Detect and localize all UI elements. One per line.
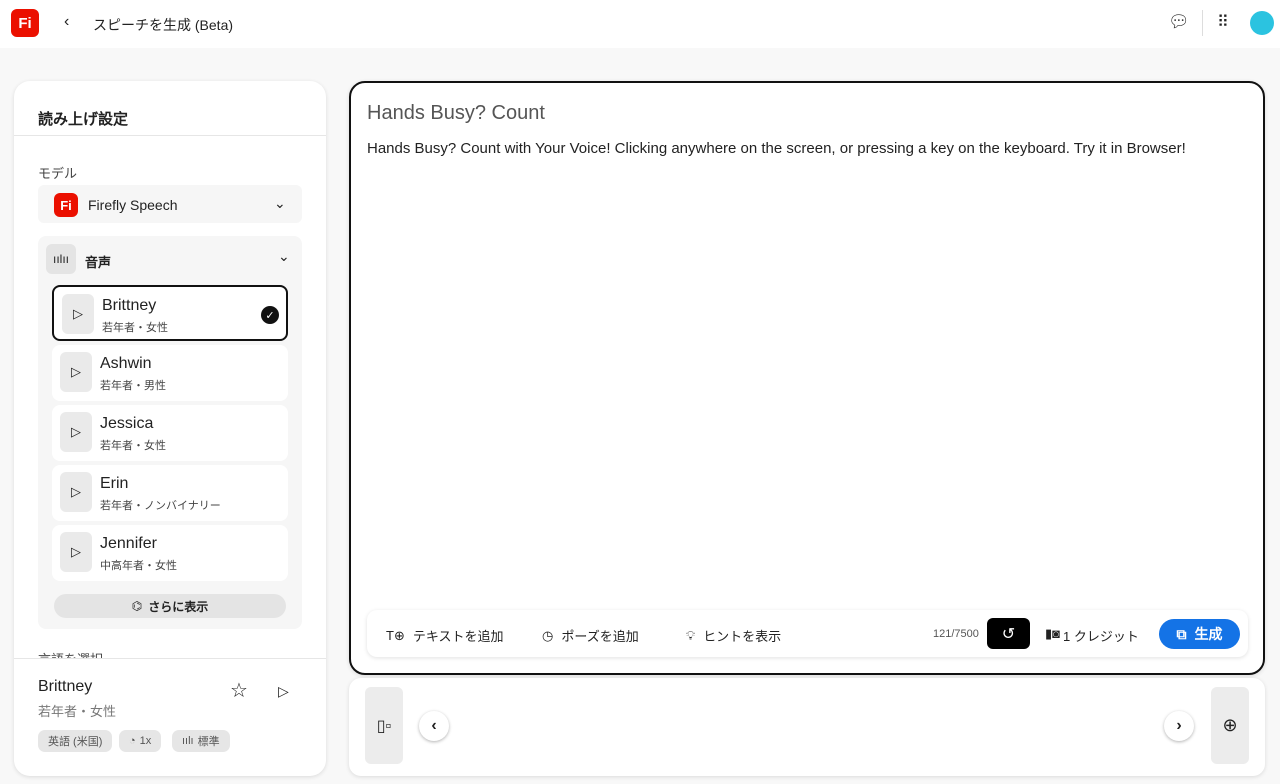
text-editor[interactable]: Hands Busy? Count Hands Busy? Count with… xyxy=(349,81,1265,675)
voice-item[interactable]: ▷ Jessica 若年者・女性 xyxy=(52,405,288,461)
chevron-down-icon: ⌄ xyxy=(274,195,286,211)
style-chip[interactable]: ıılı 標準 xyxy=(172,730,230,752)
play-icon[interactable]: ▷ xyxy=(60,472,92,512)
divider xyxy=(1202,10,1203,36)
voice-desc: 若年者・男性 xyxy=(100,380,166,392)
play-icon[interactable]: ▷ xyxy=(278,683,289,700)
credit-icon: ▮◙ xyxy=(1045,626,1061,641)
binoculars-icon: ⌬ xyxy=(131,599,143,613)
editor-text[interactable]: Hands Busy? Count with Your Voice! Click… xyxy=(367,140,1186,157)
voice-item[interactable]: ▷ Brittney 若年者・女性 ✓ xyxy=(52,285,288,341)
divider xyxy=(14,135,326,136)
voice-item[interactable]: ▷ Erin 若年者・ノンバイナリー xyxy=(52,465,288,521)
voice-desc: 若年者・ノンバイナリー xyxy=(100,500,221,512)
add-pause-button[interactable]: ◷ ポーズを追加 xyxy=(542,626,639,645)
voice-section-label: 音声 xyxy=(85,255,112,270)
speed-value: 1x xyxy=(139,735,152,747)
checkmark-icon: ✓ xyxy=(261,306,279,324)
credits: ▮◙ 1 クレジット xyxy=(1045,626,1139,645)
current-voice-name: Brittney xyxy=(38,678,93,695)
star-icon[interactable]: ☆ xyxy=(230,678,248,703)
language-value: 英語 (米国) xyxy=(48,736,103,748)
voice-name: Jennifer xyxy=(100,535,157,552)
voice-name: Ashwin xyxy=(100,355,152,372)
add-text-label: テキストを追加 xyxy=(412,629,504,644)
speed-chip[interactable]: ◔ 1x xyxy=(119,730,162,752)
voice-desc: 中高年者・女性 xyxy=(100,560,177,572)
add-clip-icon[interactable]: ⊕ xyxy=(1211,687,1249,764)
play-icon[interactable]: ▷ xyxy=(62,294,94,334)
add-pause-label: ポーズを追加 xyxy=(561,629,639,644)
style-value: 標準 xyxy=(197,736,220,748)
current-voice-desc: 若年者・女性 xyxy=(38,704,117,719)
voice-desc: 若年者・女性 xyxy=(102,322,168,334)
voice-desc: 若年者・女性 xyxy=(100,440,166,452)
language-chip[interactable]: 英語 (米国) xyxy=(38,730,113,752)
chevron-down-icon[interactable]: ⌄ xyxy=(278,248,290,265)
language-label: 言語を選択 xyxy=(38,649,103,658)
page-title: スピーチを生成 (Beta) xyxy=(93,17,234,33)
timeline-panel: ▯▫ ‹ › ⊕ xyxy=(349,678,1265,776)
play-icon[interactable]: ▷ xyxy=(60,532,92,572)
layout-toggle-icon[interactable]: ▯▫ xyxy=(365,687,403,764)
settings-title: 読み上げ設定 xyxy=(38,111,129,128)
show-hint-label: ヒントを表示 xyxy=(703,629,782,644)
speedometer-icon: ◔ xyxy=(129,735,136,747)
credits-label: 1 クレジット xyxy=(1063,629,1139,644)
scroll-right-button[interactable]: › xyxy=(1164,711,1194,741)
scroll-left-button[interactable]: ‹ xyxy=(419,711,449,741)
model-value: Firefly Speech xyxy=(88,197,178,213)
editor-title[interactable]: Hands Busy? Count xyxy=(367,102,545,125)
top-bar: Fi ‹ スピーチを生成 (Beta) 💬︎ ⠿ xyxy=(0,0,1280,48)
generate-label: 生成 xyxy=(1194,626,1223,642)
voice-name: Jessica xyxy=(100,415,154,432)
show-hint-button[interactable]: 💡︎ ヒントを表示 xyxy=(686,626,781,645)
lightbulb-icon: 💡︎ xyxy=(686,627,696,643)
history-icon: ↺ xyxy=(1001,625,1016,643)
apps-grid-icon[interactable]: ⠿ xyxy=(1217,12,1229,32)
add-text-button[interactable]: T⊕ テキストを追加 xyxy=(386,626,503,645)
history-button[interactable]: ↺ xyxy=(987,618,1030,649)
voice-item[interactable]: ▷ Jennifer 中高年者・女性 xyxy=(52,525,288,581)
play-icon[interactable]: ▷ xyxy=(60,352,92,392)
firefly-model-icon: Fi xyxy=(54,193,78,217)
text-add-icon: T⊕ xyxy=(386,627,405,643)
waveform-icon: ıılıı xyxy=(46,244,76,274)
show-more-label: さらに表示 xyxy=(148,599,209,614)
model-label: モデル xyxy=(38,166,78,181)
divider xyxy=(14,658,326,659)
voice-name: Erin xyxy=(100,475,129,492)
show-more-button[interactable]: ⌬ さらに表示 xyxy=(54,594,286,618)
feedback-icon[interactable]: 💬︎ xyxy=(1168,12,1190,32)
generate-button[interactable]: ⧉ 生成 xyxy=(1159,619,1240,649)
play-icon[interactable]: ▷ xyxy=(60,412,92,452)
sparkle-icon: ⧉ xyxy=(1176,625,1187,642)
firefly-logo[interactable]: Fi xyxy=(11,9,39,37)
voice-name: Brittney xyxy=(102,297,157,314)
model-dropdown[interactable]: Fi Firefly Speech ⌄ xyxy=(38,185,302,223)
timer-icon: ◷ xyxy=(542,627,554,643)
avatar[interactable] xyxy=(1250,11,1274,35)
char-count: 121/7500 xyxy=(933,628,979,640)
voice-item[interactable]: ▷ Ashwin 若年者・男性 xyxy=(52,345,288,401)
back-icon[interactable]: ‹ xyxy=(64,13,69,31)
waveform-icon: ıılı xyxy=(182,735,194,747)
